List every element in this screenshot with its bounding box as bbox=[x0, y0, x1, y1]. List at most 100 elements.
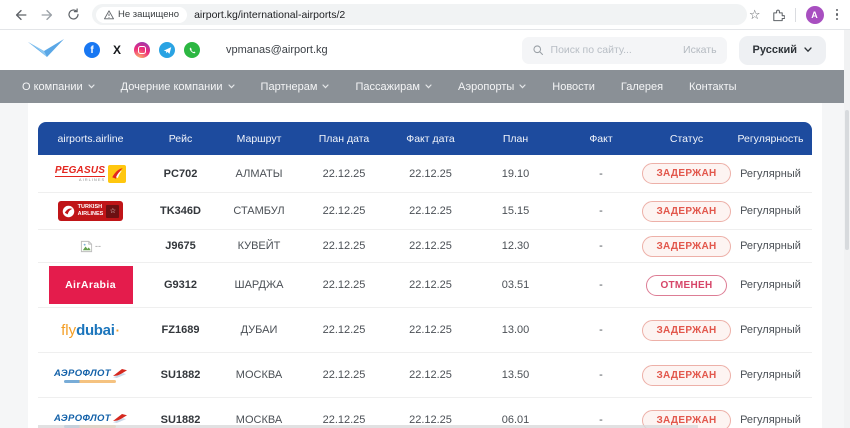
flight-number: G9312 bbox=[143, 279, 218, 291]
nav-item-label: Контакты bbox=[689, 81, 737, 93]
security-chip[interactable]: Не защищено bbox=[96, 7, 187, 23]
airline-logo-cell: -- bbox=[38, 240, 143, 253]
profile-avatar[interactable]: A bbox=[806, 6, 824, 24]
security-label: Не защищено bbox=[118, 9, 179, 20]
status-badge: ОТМЕНЕН bbox=[646, 275, 726, 296]
contact-email[interactable]: vpmanas@airport.kg bbox=[226, 44, 328, 56]
flight-row: TURKISHAIRLINES ☆ TK346D СТАМБУЛ 22.12.2… bbox=[38, 193, 812, 230]
column-header: Статус bbox=[644, 133, 729, 145]
route: КУВЕЙТ bbox=[218, 240, 300, 252]
column-header: Факт дата bbox=[388, 133, 473, 145]
search-button[interactable]: Искать bbox=[683, 44, 717, 56]
regularity: Регулярный bbox=[729, 168, 812, 180]
nav-item-label: Новости bbox=[552, 81, 595, 93]
search-input[interactable] bbox=[551, 44, 676, 56]
route: ДУБАИ bbox=[218, 324, 300, 336]
browser-toolbar: Не защищено airport.kg/international-air… bbox=[0, 0, 850, 30]
plan-date: 22.12.25 bbox=[300, 168, 388, 180]
scrollbar-thumb[interactable] bbox=[845, 110, 849, 250]
reload-icon[interactable] bbox=[62, 4, 84, 26]
nav-item-passengers[interactable]: Пассажирам bbox=[355, 81, 431, 93]
toolbar-divider bbox=[795, 8, 796, 22]
address-bar[interactable]: Не защищено airport.kg/international-air… bbox=[92, 4, 747, 25]
fact-date: 22.12.25 bbox=[388, 369, 473, 381]
plan-time: 03.51 bbox=[473, 279, 558, 291]
column-header: airports.airline bbox=[38, 133, 143, 145]
nav-item-about[interactable]: О компании bbox=[22, 81, 95, 93]
instagram-icon[interactable] bbox=[134, 42, 150, 58]
page: Не защищено airport.kg/international-air… bbox=[0, 0, 850, 428]
status-cell: ЗАДЕРЖАН bbox=[644, 236, 729, 257]
flight-row: AirArabia G9312 ШАРДЖА 22.12.25 22.12.25… bbox=[38, 263, 812, 308]
fact-date: 22.12.25 bbox=[388, 168, 473, 180]
telegram-icon[interactable] bbox=[159, 42, 175, 58]
chevron-down-icon bbox=[322, 84, 329, 89]
site-header: f X vpmanas@airport.kg Искать Русский bbox=[0, 30, 850, 70]
nav-item-label: Партнерам bbox=[261, 81, 318, 93]
plan-time: 12.30 bbox=[473, 240, 558, 252]
page-scrollbar[interactable] bbox=[844, 30, 850, 428]
language-label: Русский bbox=[753, 44, 797, 56]
plan-date: 22.12.25 bbox=[300, 240, 388, 252]
flight-row: -- J9675 КУВЕЙТ 22.12.25 22.12.25 12.30 … bbox=[38, 230, 812, 263]
x-twitter-icon[interactable]: X bbox=[109, 42, 125, 58]
nav-item-airports[interactable]: Аэропорты bbox=[458, 81, 526, 93]
chrome-menu-icon[interactable] bbox=[834, 7, 841, 23]
bookmark-star-icon[interactable]: ☆ bbox=[749, 8, 761, 21]
fact-time: - bbox=[558, 240, 644, 252]
regularity: Регулярный bbox=[729, 324, 812, 336]
fact-time: - bbox=[558, 324, 644, 336]
flight-row: flydubai· FZ1689 ДУБАИ 22.12.25 22.12.25… bbox=[38, 308, 812, 353]
whatsapp-icon[interactable] bbox=[184, 42, 200, 58]
plan-time: 13.00 bbox=[473, 324, 558, 336]
search-icon bbox=[532, 44, 544, 56]
airline-logo-cell: АЭРОФЛОТ bbox=[38, 368, 143, 383]
nav-item-label: О компании bbox=[22, 81, 83, 93]
fact-time: - bbox=[558, 168, 644, 180]
warning-icon bbox=[104, 10, 114, 20]
status-badge: ЗАДЕРЖАН bbox=[642, 320, 730, 341]
status-cell: ЗАДЕРЖАН bbox=[644, 320, 729, 341]
plan-time: 19.10 bbox=[473, 168, 558, 180]
nav-item-subsidiaries[interactable]: Дочерние компании bbox=[121, 81, 235, 93]
regularity: Регулярный bbox=[729, 369, 812, 381]
column-header: Регулярность bbox=[729, 133, 812, 145]
airline-logo-cell: TURKISHAIRLINES ☆ bbox=[38, 201, 143, 220]
airport-logo-icon[interactable] bbox=[24, 37, 68, 63]
airline-logo-cell: flydubai· bbox=[38, 322, 143, 339]
nav-item-gallery[interactable]: Галерея bbox=[621, 81, 663, 93]
back-icon[interactable] bbox=[10, 4, 32, 26]
column-header: План bbox=[473, 133, 558, 145]
nav-item-label: Аэропорты bbox=[458, 81, 514, 93]
language-selector[interactable]: Русский bbox=[739, 36, 826, 65]
route: ШАРДЖА bbox=[218, 279, 300, 291]
fact-date: 22.12.25 bbox=[388, 324, 473, 336]
social-links: f X bbox=[84, 42, 200, 58]
chevron-down-icon bbox=[425, 84, 432, 89]
flydubai-logo: flydubai· bbox=[61, 322, 120, 339]
nav-item-contacts[interactable]: Контакты bbox=[689, 81, 737, 93]
route: АЛМАТЫ bbox=[218, 168, 300, 180]
forward-icon[interactable] bbox=[36, 4, 58, 26]
content-card: airports.airlineРейсМаршрутПлан датаФакт… bbox=[28, 103, 822, 428]
turkish-airlines-logo: TURKISHAIRLINES ☆ bbox=[58, 201, 124, 220]
fact-time: - bbox=[558, 279, 644, 291]
chevron-down-icon bbox=[804, 47, 812, 53]
nav-item-partners[interactable]: Партнерам bbox=[261, 81, 330, 93]
pegasus-bird-icon bbox=[108, 165, 126, 183]
fact-time: - bbox=[558, 205, 644, 217]
status-cell: ЗАДЕРЖАН bbox=[644, 365, 729, 386]
fact-date: 22.12.25 bbox=[388, 279, 473, 291]
regularity: Регулярный bbox=[729, 279, 812, 291]
aeroflot-flag-icon bbox=[113, 414, 127, 423]
route: СТАМБУЛ bbox=[218, 205, 300, 217]
column-header: Рейс bbox=[143, 133, 218, 145]
plan-time: 13.50 bbox=[473, 369, 558, 381]
status-cell: ЗАДЕРЖАН bbox=[644, 201, 729, 222]
extensions-icon[interactable] bbox=[771, 8, 785, 22]
nav-item-news[interactable]: Новости bbox=[552, 81, 595, 93]
status-cell: ОТМЕНЕН bbox=[644, 275, 729, 296]
aeroflot-flag-icon bbox=[113, 369, 127, 378]
airline-logo-cell: PEGASUSAIRLINES bbox=[38, 165, 143, 183]
facebook-icon[interactable]: f bbox=[84, 42, 100, 58]
